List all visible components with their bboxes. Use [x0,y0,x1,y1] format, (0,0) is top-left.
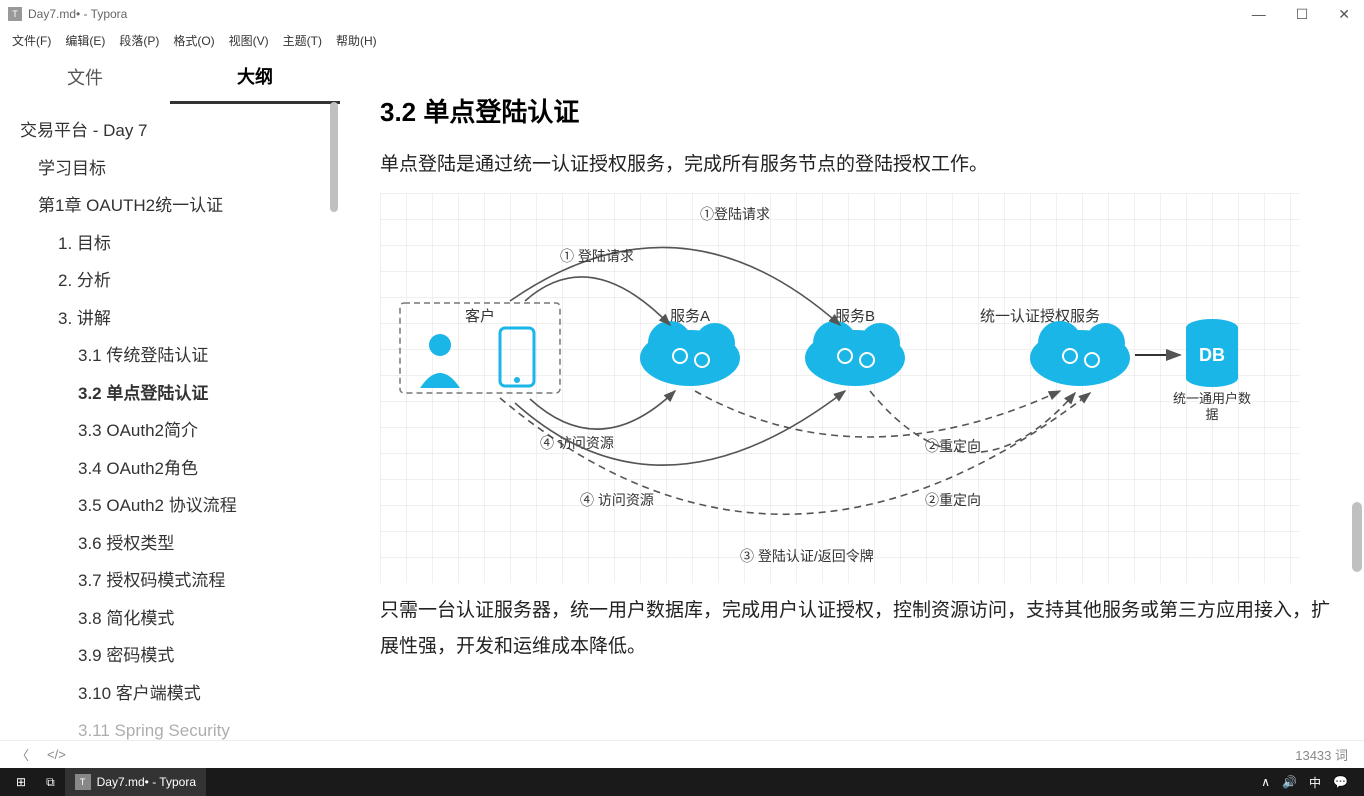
outline-item[interactable]: 3.3 OAuth2简介 [14,412,340,450]
svg-text:DB: DB [1199,345,1225,365]
app-icon: T [8,7,22,21]
outline-item[interactable]: 3. 讲解 [14,300,340,338]
tray-ime-icon[interactable]: 中 [1309,774,1321,791]
tray-overflow-icon[interactable]: ∧ [1261,775,1270,789]
outline-panel[interactable]: 交易平台 - Day 7 学习目标 第1章 OAUTH2统一认证 1. 目标 2… [0,102,340,740]
outline-item[interactable]: 交易平台 - Day 7 [14,112,340,150]
outline-item[interactable]: 3.8 简化模式 [14,600,340,638]
tab-outline[interactable]: 大纲 [170,51,340,104]
svg-text:③ 登陆认证/返回令牌: ③ 登陆认证/返回令牌 [740,548,874,564]
outline-item-active[interactable]: 3.2 单点登陆认证 [14,375,340,413]
tray-volume-icon[interactable]: 🔊 [1282,775,1297,789]
status-bar: 〈 </> 13433 词 [0,740,1364,768]
menu-edit[interactable]: 编辑(E) [59,30,111,51]
taskbar-app-icon: T [75,774,91,790]
content-scrollbar[interactable] [1352,502,1362,572]
window-minimize-button[interactable]: — [1246,6,1272,23]
menu-paragraph[interactable]: 段落(P) [113,30,165,51]
menu-theme[interactable]: 主题(T) [277,30,328,51]
tab-files[interactable]: 文件 [0,52,170,102]
menu-help[interactable]: 帮助(H) [330,30,383,51]
outline-item[interactable]: 3.1 传统登陆认证 [14,337,340,375]
svg-text:②重定向: ②重定向 [925,438,981,454]
word-count[interactable]: 13433 词 [1295,745,1348,764]
outline-item[interactable]: 2. 分析 [14,262,340,300]
svg-text:统一通用户数: 统一通用户数 [1173,391,1251,406]
task-view-button[interactable]: ⧉ [36,768,65,796]
outline-item[interactable]: 学习目标 [14,150,340,188]
menu-bar: 文件(F) 编辑(E) 段落(P) 格式(O) 视图(V) 主题(T) 帮助(H… [0,28,1364,52]
menu-view[interactable]: 视图(V) [223,30,275,51]
window-close-button[interactable]: ✕ [1332,6,1356,23]
paragraph: 只需一台认证服务器，统一用户数据库，完成用户认证授权，控制资源访问，支持其他服务… [380,593,1334,665]
start-button[interactable]: ⊞ [6,768,36,796]
sso-diagram: 客户 服务A 服务B [380,193,1300,583]
svg-text:④ 访问资源: ④ 访问资源 [580,492,654,508]
outline-item[interactable]: 3.6 授权类型 [14,525,340,563]
window-titlebar: T Day7.md• - Typora — ☐ ✕ [0,0,1364,28]
outline-item[interactable]: 3.11 Spring Security [14,712,340,740]
window-title: Day7.md• - Typora [28,7,1246,21]
outline-item[interactable]: 第1章 OAUTH2统一认证 [14,187,340,225]
svg-text:②重定向: ②重定向 [925,492,981,508]
os-taskbar: ⊞ ⧉ T Day7.md• - Typora ∧ 🔊 中 💬 [0,768,1364,796]
sidebar-scrollbar[interactable] [330,102,338,212]
outline-item[interactable]: 1. 目标 [14,225,340,263]
heading-h2: 3.2 单点登陆认证 [380,92,1334,129]
diagram-client-label: 客户 [465,308,495,325]
menu-file[interactable]: 文件(F) [6,30,57,51]
paragraph: 单点登陆是通过统一认证授权服务，完成所有服务节点的登陆授权工作。 [380,147,1334,183]
status-source-toggle[interactable]: </> [47,747,66,762]
outline-item[interactable]: 3.4 OAuth2角色 [14,450,340,488]
sidebar-tabs: 文件 大纲 [0,52,340,102]
taskbar-app-typora[interactable]: T Day7.md• - Typora [65,768,206,796]
taskbar-app-label: Day7.md• - Typora [97,775,196,789]
editor-content[interactable]: 3.2 单点登陆认证 单点登陆是通过统一认证授权服务，完成所有服务节点的登陆授权… [340,52,1364,740]
menu-format[interactable]: 格式(O) [167,30,220,51]
outline-item[interactable]: 3.7 授权码模式流程 [14,562,340,600]
outline-item[interactable]: 3.10 客户端模式 [14,675,340,713]
sidebar: 文件 大纲 交易平台 - Day 7 学习目标 第1章 OAUTH2统一认证 1… [0,52,340,740]
svg-text:据: 据 [1205,407,1218,422]
status-back-button[interactable]: 〈 [16,745,29,764]
window-maximize-button[interactable]: ☐ [1290,6,1315,23]
svg-text:统一认证授权服务: 统一认证授权服务 [980,308,1100,325]
tray-notifications-icon[interactable]: 💬 [1333,775,1348,789]
svg-text:①登陆请求: ①登陆请求 [700,206,770,222]
svg-text:④ 访问资源: ④ 访问资源 [540,435,614,451]
outline-item[interactable]: 3.9 密码模式 [14,637,340,675]
outline-item[interactable]: 3.5 OAuth2 协议流程 [14,487,340,525]
svg-text:① 登陆请求: ① 登陆请求 [560,248,634,264]
